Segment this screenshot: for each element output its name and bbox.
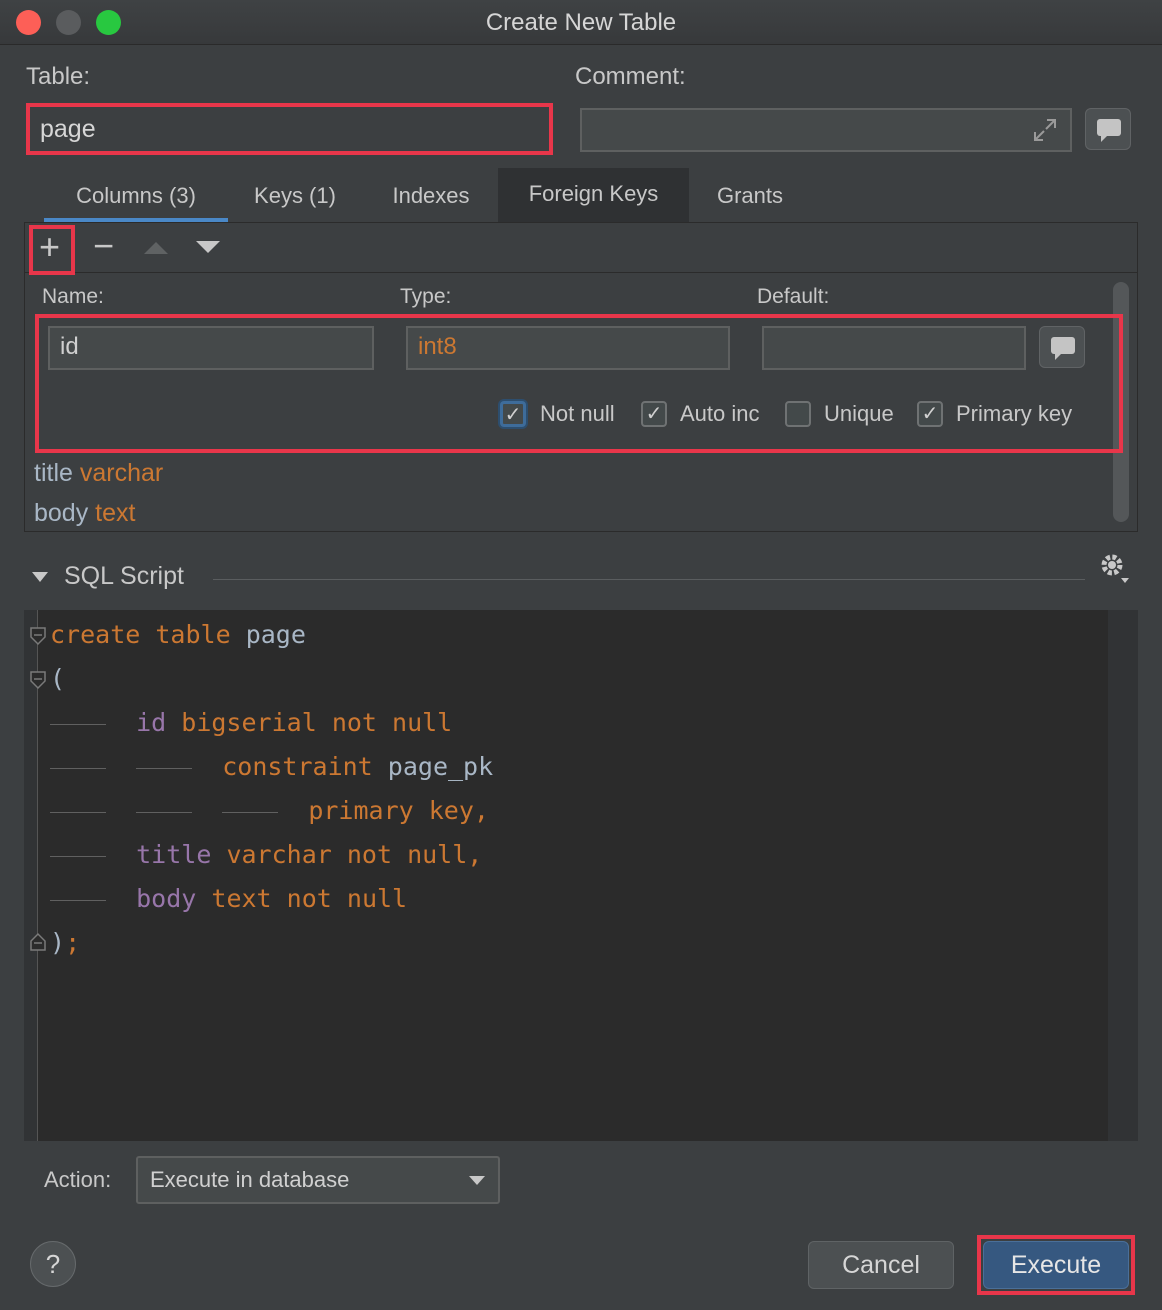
not-null-checkbox[interactable]: ✓: [500, 401, 526, 427]
column-comment-button[interactable]: [1039, 326, 1085, 368]
action-label: Action:: [44, 1167, 112, 1192]
unique-label: Unique: [824, 401, 894, 426]
auto-inc-checkbox[interactable]: ✓: [641, 401, 667, 427]
sql-script-header[interactable]: SQL Script: [64, 562, 184, 591]
column-type-input[interactable]: int8: [406, 326, 730, 370]
gear-icon[interactable]: [1098, 551, 1132, 585]
column-name: body: [34, 499, 89, 527]
auto-inc-label: Auto inc: [680, 401, 760, 426]
comment-bubble-icon: [1097, 119, 1121, 142]
comment-edit-button[interactable]: [1085, 108, 1131, 150]
unique-checkbox[interactable]: [785, 401, 811, 427]
remove-column-button[interactable]: −: [93, 226, 114, 266]
table-name-highlight: [26, 103, 553, 155]
sql-editor[interactable]: [24, 610, 1138, 1141]
sql-line-5: primary key,: [50, 796, 489, 825]
column-default-input[interactable]: [762, 326, 1026, 370]
action-select[interactable]: Execute in database: [136, 1156, 500, 1204]
primary-key-label: Primary key: [956, 401, 1073, 426]
fold-marker-icon[interactable]: [29, 626, 47, 646]
add-column-button[interactable]: +: [39, 227, 60, 267]
comment-bubble-icon: [1051, 337, 1075, 360]
tab-columns[interactable]: Columns (3): [44, 170, 228, 222]
sql-line-6: title varchar not null,: [50, 840, 482, 869]
table-name-input[interactable]: page: [40, 115, 96, 144]
sql-line-7: body text not null: [50, 884, 407, 913]
comment-label: Comment:: [575, 63, 686, 90]
tab-foreign-keys[interactable]: Foreign Keys: [498, 168, 689, 222]
fold-marker-icon[interactable]: [29, 670, 47, 690]
sql-header-divider: [213, 579, 1085, 580]
move-up-icon[interactable]: [143, 239, 169, 255]
primary-key-checkbox[interactable]: ✓: [917, 401, 943, 427]
cancel-button[interactable]: Cancel: [808, 1241, 954, 1289]
expand-icon[interactable]: [1032, 117, 1058, 143]
column-type: text: [95, 499, 136, 527]
column-name: title: [34, 459, 73, 487]
help-button[interactable]: ?: [30, 1241, 76, 1287]
fold-end-marker-icon[interactable]: [29, 932, 47, 952]
table-label: Table:: [26, 63, 91, 90]
chevron-down-icon: [469, 1176, 485, 1185]
tab-indexes[interactable]: Indexes: [376, 170, 486, 222]
name-label: Name:: [42, 285, 104, 308]
column-row-body[interactable]: body text: [34, 499, 135, 528]
collapse-triangle-icon[interactable]: [31, 571, 49, 583]
tab-keys[interactable]: Keys (1): [236, 170, 354, 222]
window-title: Create New Table: [485, 9, 677, 36]
sql-line-1: create table page: [50, 620, 306, 649]
sql-line-3: id bigserial not null: [50, 708, 452, 737]
not-null-label: Not null: [540, 401, 615, 426]
toolbar-divider: [25, 272, 1137, 273]
column-name-input[interactable]: id: [48, 326, 374, 370]
sql-line-2: (: [50, 664, 66, 693]
editor-right-margin: [1108, 610, 1138, 1141]
sql-line-8: );: [50, 928, 81, 957]
column-row-title[interactable]: title varchar: [34, 459, 163, 488]
action-select-value: Execute in database: [150, 1167, 350, 1192]
column-type: varchar: [79, 459, 164, 487]
comment-input[interactable]: [580, 108, 1072, 152]
execute-button[interactable]: Execute: [983, 1241, 1129, 1289]
tab-grants[interactable]: Grants: [700, 170, 800, 222]
sql-line-4: constraint page_pk: [50, 752, 493, 781]
move-down-icon[interactable]: [195, 239, 221, 255]
default-label: Default:: [757, 285, 830, 308]
type-label: Type:: [400, 285, 452, 308]
